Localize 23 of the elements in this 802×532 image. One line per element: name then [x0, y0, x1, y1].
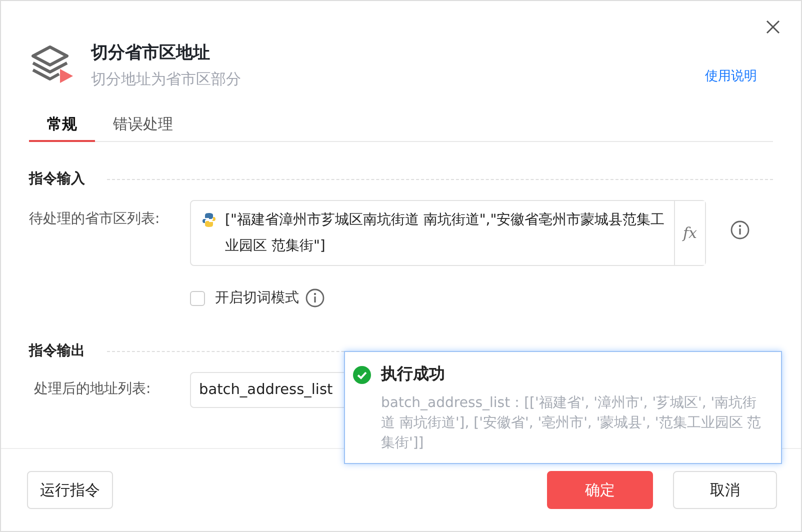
toast-message: batch_address_list：[['福建省', '漳州市', '芗城区', '南坑街道 南坑街道'], ['安徽省', '亳州市', '蒙城县', '范集工业园区 范集街']] — [381, 394, 762, 453]
cancel-button[interactable]: 取消 — [673, 471, 777, 509]
info-icon[interactable] — [730, 220, 750, 240]
info-icon[interactable] — [305, 288, 325, 308]
help-link[interactable]: 使用说明 — [705, 67, 757, 85]
dialog-subtitle: 切分地址为省市区部分 — [91, 70, 242, 89]
formula-button[interactable]: 𝑓x — [674, 201, 705, 265]
checkbox[interactable] — [190, 290, 205, 306]
input-field[interactable]: ["福建省漳州市芗城区南坑街道 南坑街道","安徽省亳州市蒙城县范集工业园区 范集街"] 𝑓x — [190, 200, 706, 266]
run-button[interactable]: 运行指令 — [27, 471, 113, 509]
section-title: 指令输入 — [29, 170, 85, 188]
dialog-title: 切分省市区地址 — [91, 42, 211, 64]
checkbox-label: 开启切词模式 — [215, 289, 299, 307]
toast-title: 执行成功 — [381, 364, 445, 385]
field-label: 处理后的地址列表: — [33, 380, 152, 398]
field-value: ["福建省漳州市芗城区南坑街道 南坑街道","安徽省亳州市蒙城县范集工业园区 范集街"] — [225, 211, 666, 256]
close-button[interactable] — [765, 19, 781, 35]
section-title: 指令输出 — [29, 342, 85, 360]
field-label: 待处理的省市区列表: — [29, 210, 161, 228]
tab[interactable]: 错误处理 — [95, 115, 191, 142]
check-circle-icon — [353, 366, 371, 384]
python-icon — [201, 212, 217, 228]
tab[interactable]: 常规 — [29, 115, 95, 142]
